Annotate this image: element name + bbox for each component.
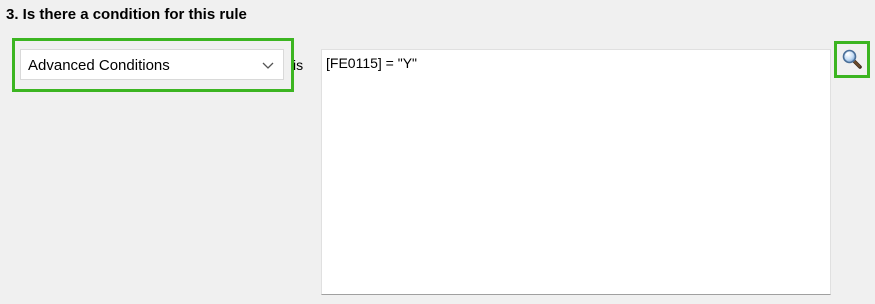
condition-expression-text: [FE0115] = "Y" — [326, 55, 418, 71]
dropdown-selected-value: Advanced Conditions — [28, 57, 170, 74]
condition-type-dropdown[interactable]: Advanced Conditions — [20, 49, 284, 80]
connector-label: is — [293, 57, 304, 73]
section-title: 3. Is there a condition for this rule — [6, 6, 247, 23]
condition-expression-area[interactable]: [FE0115] = "Y" — [321, 49, 831, 295]
magnifier-icon — [842, 49, 862, 69]
search-button[interactable] — [838, 45, 866, 74]
chevron-down-icon — [261, 58, 275, 70]
